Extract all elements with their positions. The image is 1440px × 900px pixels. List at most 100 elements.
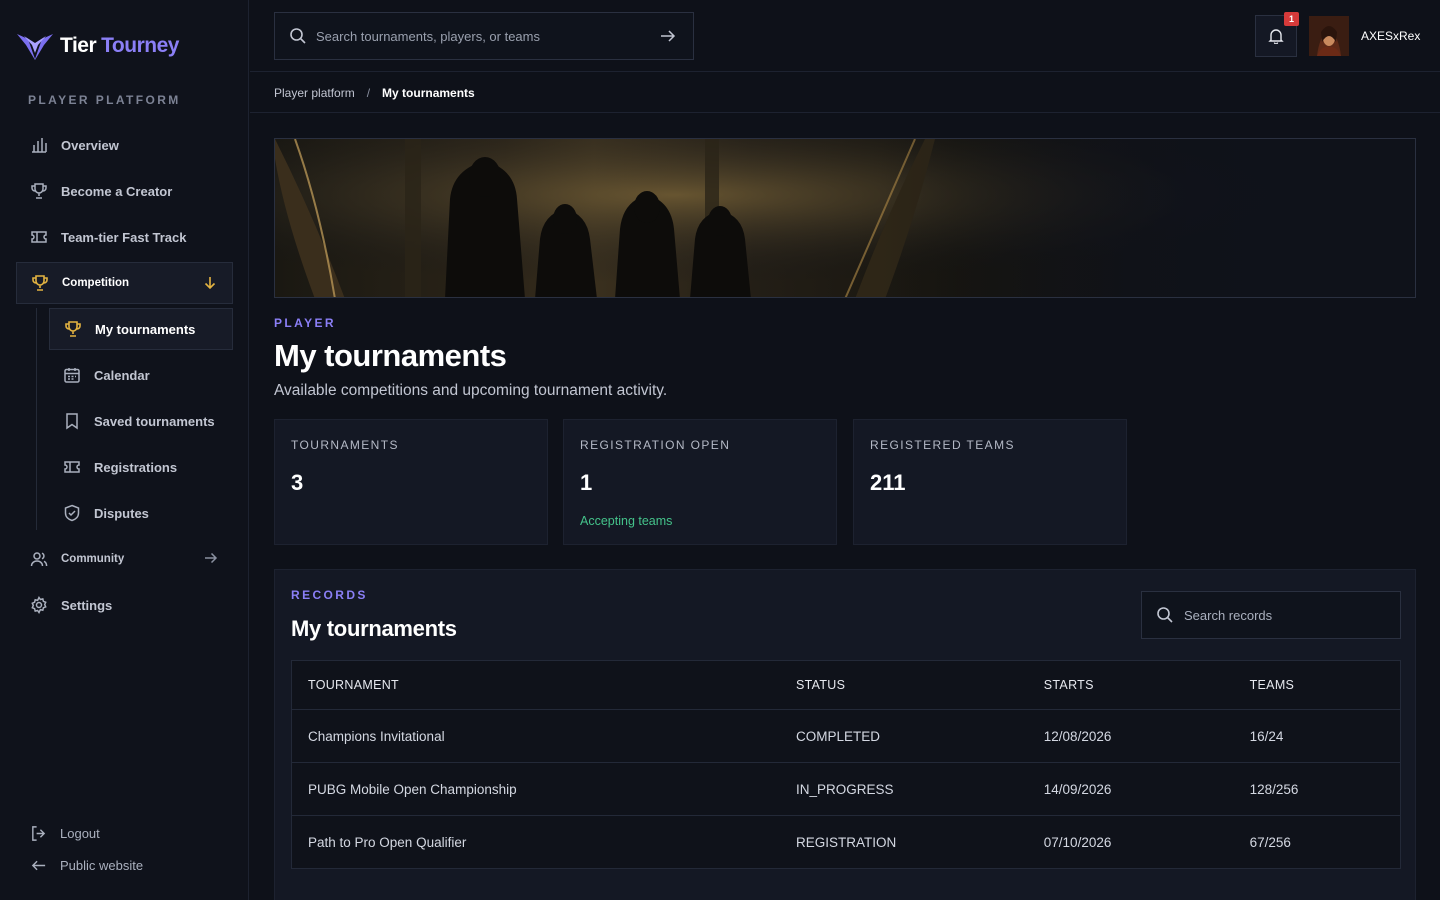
- sidebar-subitem-my-tournaments[interactable]: My tournaments: [49, 308, 233, 350]
- column-header-starts[interactable]: STARTS: [1027, 660, 1234, 710]
- page-eyebrow: PLAYER: [274, 316, 336, 330]
- records-eyebrow: RECORDS: [291, 588, 368, 602]
- trophy-icon: [30, 182, 48, 200]
- cell-teams: 128/256: [1233, 762, 1401, 816]
- records-table: TOURNAMENT STATUS STARTS TEAMS Champions…: [291, 660, 1401, 869]
- stat-label: TOURNAMENTS: [291, 438, 399, 452]
- column-header-teams[interactable]: TEAMS: [1233, 660, 1401, 710]
- breadcrumb-separator: /: [366, 85, 371, 100]
- table-row[interactable]: PUBG Mobile Open Championship IN_PROGRES…: [291, 762, 1401, 816]
- sidebar-item-label: Community: [61, 553, 125, 565]
- calendar-icon: [63, 366, 81, 384]
- table-header-row: TOURNAMENT STATUS STARTS TEAMS: [291, 660, 1401, 710]
- stat-value: 1: [580, 470, 593, 495]
- sidebar-subitem-disputes[interactable]: Disputes: [49, 492, 233, 534]
- global-search[interactable]: [274, 12, 694, 60]
- stat-note: Accepting teams: [580, 514, 673, 528]
- sidebar-item-label: Team-tier Fast Track: [61, 229, 187, 245]
- cell-teams: 16/24: [1233, 709, 1401, 763]
- trophy-icon: [31, 274, 49, 292]
- stat-label: REGISTERED TEAMS: [870, 438, 1015, 452]
- column-header-status[interactable]: STATUS: [779, 660, 1028, 710]
- breadcrumb: Player platform / My tournaments: [250, 73, 1440, 113]
- cell-status: REGISTRATION: [795, 834, 897, 850]
- bell-icon: [1268, 29, 1284, 44]
- sidebar-item-team-tier-fast-track[interactable]: Team-tier Fast Track: [16, 216, 233, 258]
- arrow-right-icon[interactable]: [659, 27, 677, 45]
- sidebar-item-become-creator[interactable]: Become a Creator: [16, 170, 233, 212]
- hero-banner: [274, 138, 1416, 298]
- global-search-input[interactable]: [316, 28, 659, 44]
- arrow-down-icon[interactable]: [202, 275, 218, 291]
- sidebar-subitem-label: My tournaments: [95, 321, 196, 337]
- hero-image: [275, 139, 1415, 297]
- sidebar: Tier Tourney PLAYER PLATFORM Overview Bec…: [0, 0, 249, 900]
- sidebar-subitem-saved-tournaments[interactable]: Saved tournaments: [49, 400, 233, 442]
- sidebar-item-overview[interactable]: Overview: [16, 124, 233, 166]
- sidebar-item-label: Competition: [62, 277, 130, 289]
- logo-icon: [17, 34, 53, 60]
- cell-starts: 12/08/2026: [1027, 709, 1234, 763]
- ticket-icon: [63, 458, 81, 476]
- breadcrumb-current: My tournaments: [382, 85, 475, 100]
- stat-card-registered-teams: REGISTERED TEAMS 211: [853, 419, 1127, 545]
- cell-tournament: Path to Pro Open Qualifier: [308, 834, 467, 850]
- logout-link[interactable]: Logout: [30, 825, 100, 842]
- ticket-icon: [30, 228, 48, 246]
- arrow-left-icon: [31, 860, 46, 871]
- cell-tournament: PUBG Mobile Open Championship: [291, 762, 780, 816]
- sidebar-section-label: PLAYER PLATFORM: [28, 93, 181, 107]
- records-title: My tournaments: [291, 616, 457, 641]
- public-website-link[interactable]: Public website: [30, 857, 143, 874]
- sidebar-item-community[interactable]: Community: [16, 538, 233, 580]
- trophy-icon: [64, 320, 82, 338]
- sidebar-subitem-label: Saved tournaments: [94, 413, 215, 429]
- cell-starts: 07/10/2026: [1043, 834, 1112, 850]
- shield-icon: [63, 504, 81, 522]
- search-icon: [1157, 607, 1173, 623]
- public-website-label: Public website: [60, 858, 144, 873]
- notification-count-badge: 1: [1284, 12, 1299, 26]
- stat-label: REGISTRATION OPEN: [580, 438, 731, 452]
- sidebar-subitem-label: Registrations: [94, 459, 178, 475]
- stat-card-registration-open: REGISTRATION OPEN 1 Accepting teams: [563, 419, 837, 545]
- logout-icon: [32, 826, 46, 841]
- records-search[interactable]: [1141, 591, 1401, 639]
- stat-value: 3: [291, 470, 304, 495]
- search-icon: [290, 28, 306, 44]
- cell-teams: 67/256: [1249, 834, 1291, 850]
- arrow-right-icon[interactable]: [203, 550, 219, 566]
- bookmark-icon: [63, 412, 81, 430]
- sidebar-subitem-label: Calendar: [94, 367, 150, 383]
- cell-status: COMPLETED: [779, 709, 1028, 763]
- cell-tournament: Champions Invitational: [291, 709, 780, 763]
- subtree-line: [36, 308, 37, 530]
- page-title: My tournaments: [274, 338, 507, 373]
- sidebar-item-settings[interactable]: Settings: [16, 584, 233, 626]
- stat-card-tournaments: TOURNAMENTS 3: [274, 419, 548, 545]
- sidebar-subitem-calendar[interactable]: Calendar: [49, 354, 233, 396]
- table-row[interactable]: Champions Invitational COMPLETED 12/08/2…: [291, 709, 1401, 763]
- sidebar-item-label: Become a Creator: [61, 183, 173, 199]
- column-header-tournament[interactable]: TOURNAMENT: [291, 660, 780, 710]
- bar-chart-icon: [30, 136, 48, 154]
- top-bar: 1 AXESxRex: [250, 0, 1440, 72]
- records-search-input[interactable]: [1184, 607, 1400, 623]
- sidebar-item-competition[interactable]: Competition: [16, 262, 233, 304]
- breadcrumb-parent[interactable]: Player platform: [274, 86, 355, 100]
- cell-starts: 14/09/2026: [1027, 762, 1234, 816]
- avatar[interactable]: [1309, 16, 1349, 56]
- sidebar-item-label: Settings: [61, 597, 113, 613]
- cell-status: IN_PROGRESS: [779, 762, 1028, 816]
- stat-value: 211: [870, 470, 906, 495]
- sidebar-subitem-registrations[interactable]: Registrations: [49, 446, 233, 488]
- page-subtitle: Available competitions and upcoming tour…: [274, 382, 668, 399]
- table-row[interactable]: Path to Pro Open Qualifier REGISTRATION …: [292, 816, 1401, 869]
- username[interactable]: AXESxRex: [1361, 29, 1420, 43]
- users-icon: [30, 550, 48, 568]
- brand-name: Tier Tourney: [60, 34, 179, 57]
- brand-logo[interactable]: Tier Tourney: [16, 30, 179, 62]
- gear-icon: [30, 596, 48, 614]
- avatar-image: [1309, 16, 1349, 56]
- sidebar-subitem-label: Disputes: [94, 505, 149, 521]
